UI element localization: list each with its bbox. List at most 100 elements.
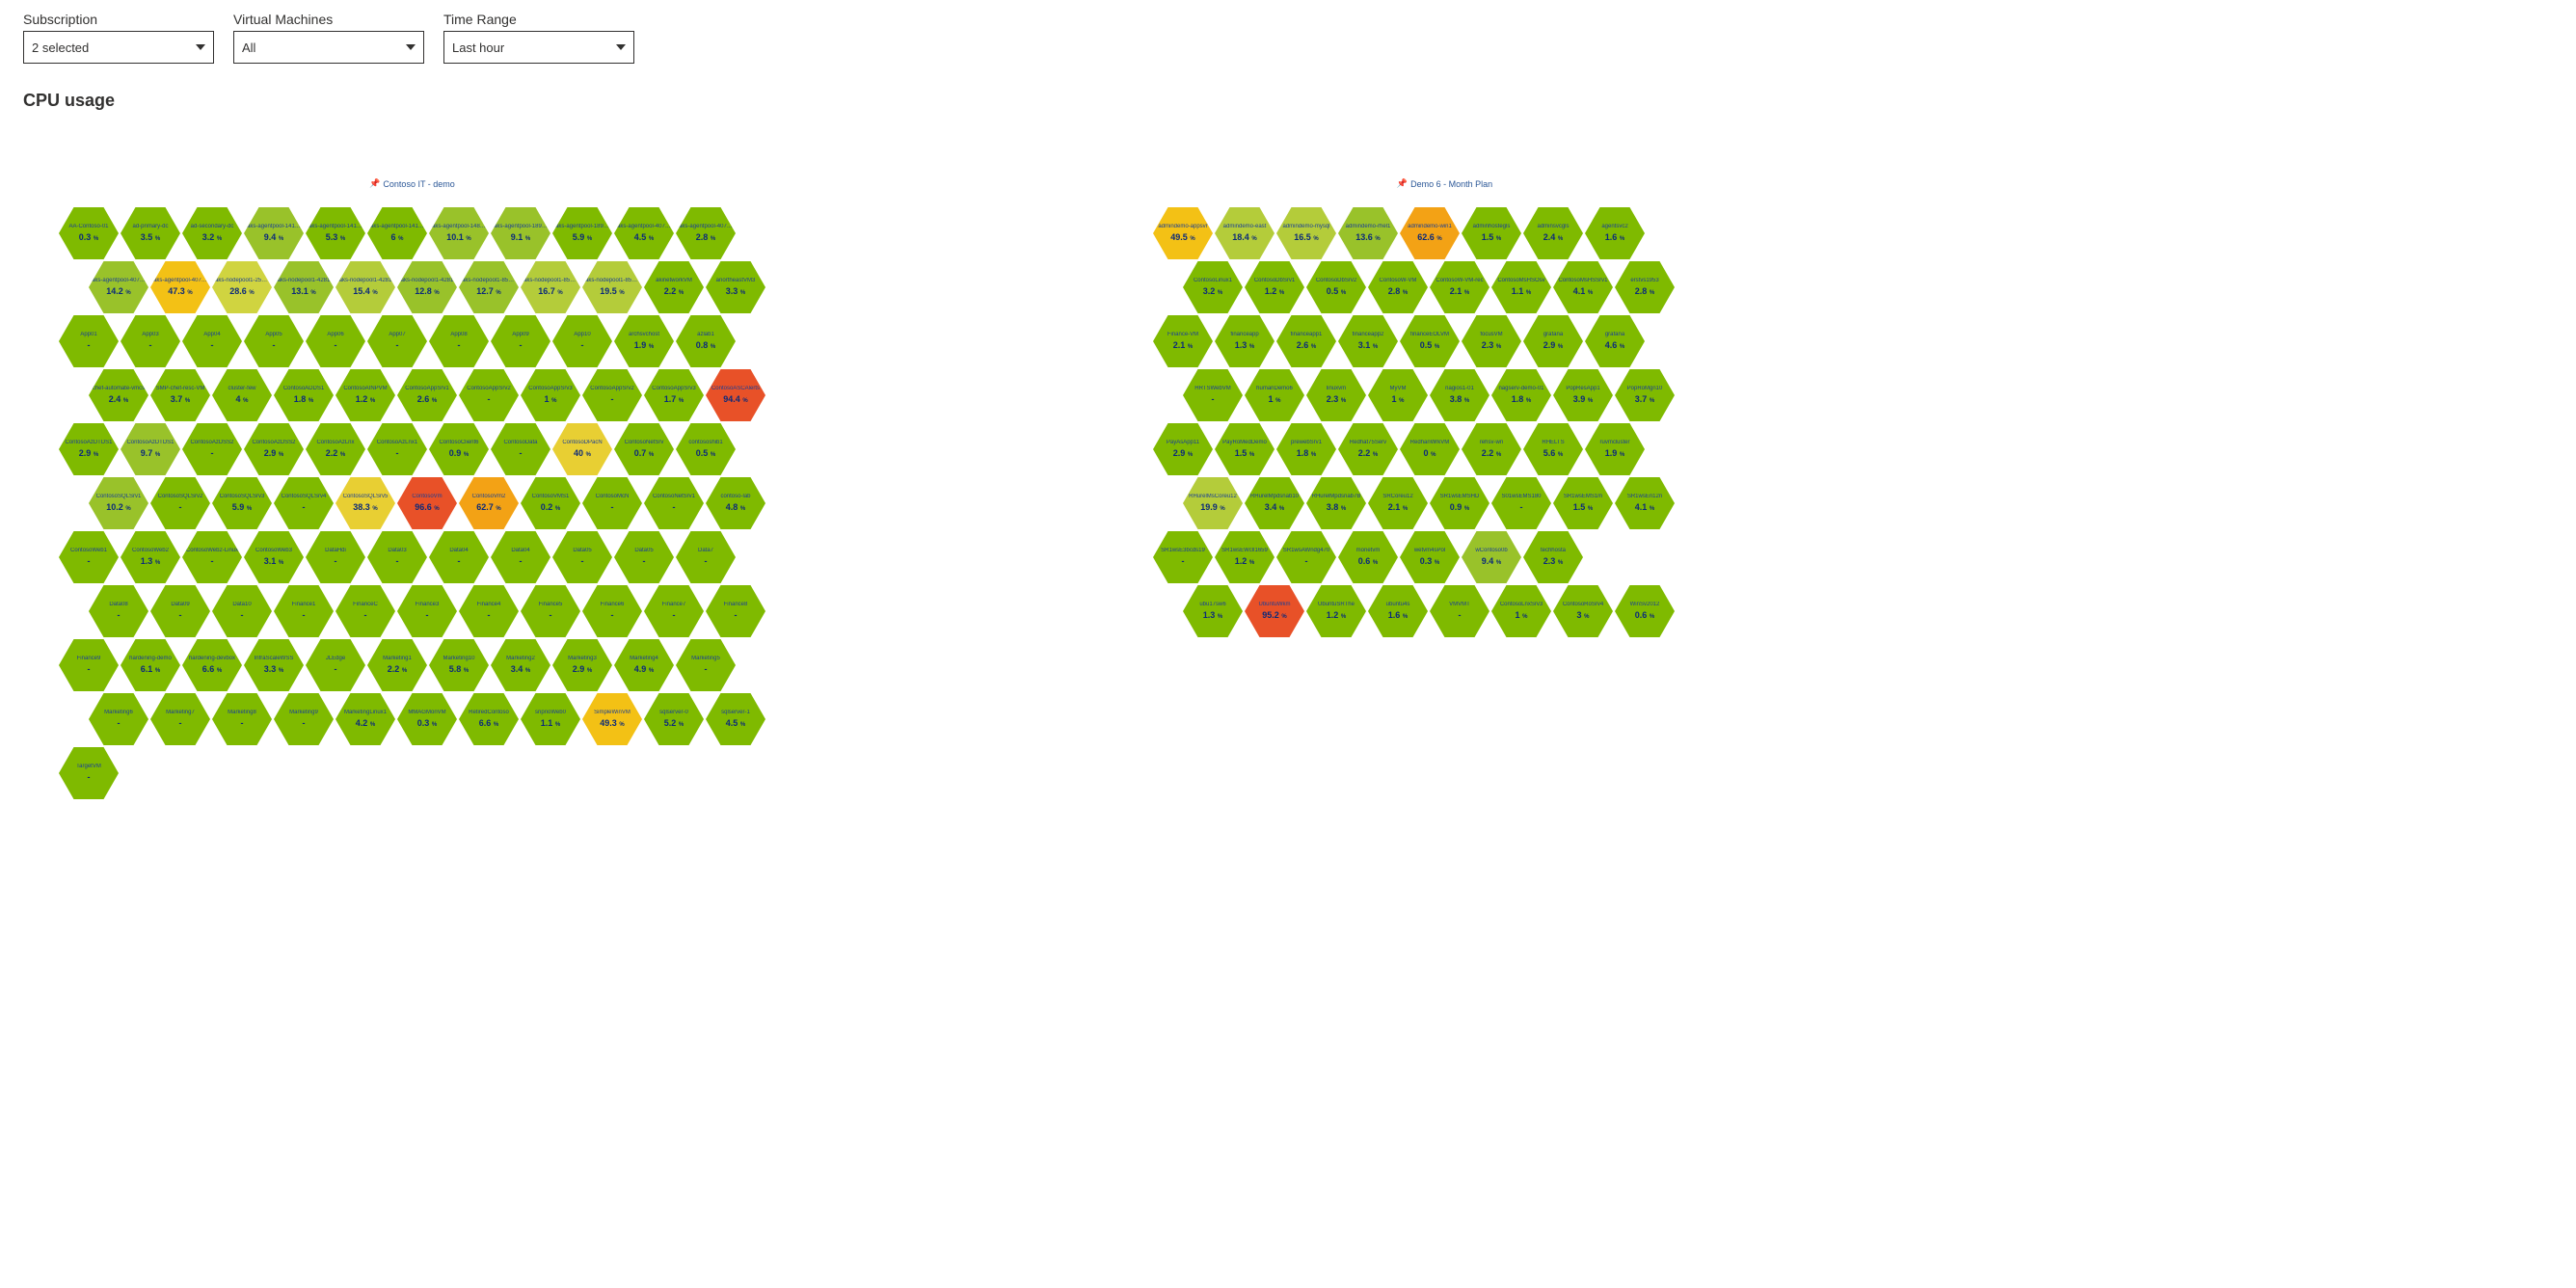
- hex-cell[interactable]: aks-nodepool1-428112.8 %: [397, 261, 457, 313]
- hex-cell[interactable]: Marketing23.4 %: [491, 639, 550, 691]
- hex-cell[interactable]: ContosoAzDTDS12.9 %: [59, 423, 119, 475]
- hex-cell[interactable]: Finance-VM2.1 %: [1153, 315, 1213, 367]
- hex-cell[interactable]: Marketing44.9 %: [614, 639, 674, 691]
- hex-cell[interactable]: FinanceC-: [335, 585, 395, 637]
- hex-cell[interactable]: ContosoNetSrv0.7 %: [614, 423, 674, 475]
- hex-cell[interactable]: hardening-demo6.1 %: [121, 639, 180, 691]
- hex-cell[interactable]: ruvmcluster1.9 %: [1585, 423, 1645, 475]
- hex-cell[interactable]: App08-: [429, 315, 489, 367]
- hex-cell[interactable]: DataHdi-: [306, 531, 365, 583]
- hex-cell[interactable]: RHELTS5.6 %: [1523, 423, 1583, 475]
- hex-cell[interactable]: akinetworkVM2.2 %: [644, 261, 704, 313]
- hex-cell[interactable]: aks-agentpool-141276 %: [367, 207, 427, 259]
- hex-cell[interactable]: aks-agentpool-189409.1 %: [491, 207, 550, 259]
- hex-cell[interactable]: rehsv-wn2.2 %: [1462, 423, 1521, 475]
- hex-cell[interactable]: admindemo-appsvr49.5 %: [1153, 207, 1213, 259]
- hex-cell[interactable]: Finance4-: [459, 585, 519, 637]
- hex-cell[interactable]: grafana2.9 %: [1523, 315, 1583, 367]
- hex-cell[interactable]: aks-agentpool-4071914.2 %: [89, 261, 148, 313]
- hex-cell[interactable]: Data7-: [676, 531, 736, 583]
- hex-cell[interactable]: TargetVM-: [59, 747, 119, 799]
- hex-cell[interactable]: hardening-devbox6.6 %: [182, 639, 242, 691]
- hex-cell[interactable]: ContosoVMS10.2 %: [521, 477, 580, 529]
- hex-cell[interactable]: ContosoVm262.7 %: [459, 477, 519, 529]
- hex-cell[interactable]: ubuntu4s1.6 %: [1368, 585, 1428, 637]
- hex-cell[interactable]: ContosoClient60.9 %: [429, 423, 489, 475]
- hex-cell[interactable]: ContosoAppSrv31.7 %: [644, 369, 704, 421]
- hex-cell[interactable]: aks-nodepool1-428115.4 %: [335, 261, 395, 313]
- hex-cell[interactable]: sriprioWeb01.1 %: [521, 693, 580, 745]
- hex-cell[interactable]: archsvchost1.9 %: [614, 315, 674, 367]
- hex-cell[interactable]: Data04-: [429, 531, 489, 583]
- hex-cell[interactable]: contoso-lab4.8 %: [706, 477, 765, 529]
- hex-cell[interactable]: PayRoMedDemo1.5 %: [1215, 423, 1275, 475]
- hex-cell[interactable]: contososhib10.5 %: [676, 423, 736, 475]
- hex-cell[interactable]: focusVM2.3 %: [1462, 315, 1521, 367]
- hex-cell[interactable]: wContoso0b9.4 %: [1462, 531, 1521, 583]
- hex-cell[interactable]: SR1wsEMSHD0.9 %: [1430, 477, 1489, 529]
- filter-timerange-select[interactable]: Last hour: [443, 31, 634, 64]
- hex-cell[interactable]: Finance8-: [706, 585, 765, 637]
- hex-cell[interactable]: financeapp1.3 %: [1215, 315, 1275, 367]
- hex-cell[interactable]: WinSv20120.6 %: [1615, 585, 1675, 637]
- hex-cell[interactable]: App04-: [182, 315, 242, 367]
- hex-cell[interactable]: MMAGMonVM0.3 %: [397, 693, 457, 745]
- hex-cell[interactable]: financeapp12.6 %: [1276, 315, 1336, 367]
- hex-cell[interactable]: Marketing105.8 %: [429, 639, 489, 691]
- hex-cell[interactable]: ContosoAppSrv12.6 %: [397, 369, 457, 421]
- hex-cell[interactable]: aks-agentpool-141275.3 %: [306, 207, 365, 259]
- hex-cell[interactable]: techhosta2.3 %: [1523, 531, 1583, 583]
- hex-cell[interactable]: RHurelMpdsnab103.4 %: [1245, 477, 1304, 529]
- hex-cell[interactable]: Data03-: [367, 531, 427, 583]
- hex-cell[interactable]: financeapp23.1 %: [1338, 315, 1398, 367]
- hex-cell[interactable]: aks-agentpool-189405.9 %: [552, 207, 612, 259]
- hex-cell[interactable]: AA-Contoso-010.3 %: [59, 207, 119, 259]
- hex-cell[interactable]: linuxvm2.3 %: [1306, 369, 1366, 421]
- cluster-title[interactable]: 📌Contoso IT - demo: [369, 178, 455, 189]
- hex-cell[interactable]: ContosoNetSrv1-: [644, 477, 704, 529]
- hex-cell[interactable]: Marketing9-: [274, 693, 334, 745]
- hex-cell[interactable]: Data04-: [491, 531, 550, 583]
- cluster-title[interactable]: 📌Demo 6 - Month Plan: [1397, 178, 1492, 189]
- hex-cell[interactable]: JLEdge-: [306, 639, 365, 691]
- hex-cell[interactable]: MyVM1 %: [1368, 369, 1428, 421]
- hex-cell[interactable]: Marketing8-: [212, 693, 272, 745]
- hex-cell[interactable]: RHurelMpdsnab7B3.8 %: [1306, 477, 1366, 529]
- hex-cell[interactable]: ContosoADDS11.8 %: [274, 369, 334, 421]
- hex-cell[interactable]: adminsvcgls2.4 %: [1523, 207, 1583, 259]
- hex-cell[interactable]: admindemo-mysql16.5 %: [1276, 207, 1336, 259]
- hex-cell[interactable]: ContosoAzDSS22.9 %: [244, 423, 304, 475]
- hex-cell[interactable]: ContosoAzDTDS19.7 %: [121, 423, 180, 475]
- hex-cell[interactable]: ContosoSQLSrv110.2 %: [89, 477, 148, 529]
- hex-cell[interactable]: App01-: [59, 315, 119, 367]
- hex-cell[interactable]: ContosoMcN-: [582, 477, 642, 529]
- hex-cell[interactable]: ContosoAINPVM1.2 %: [335, 369, 395, 421]
- hex-cell[interactable]: adminhostegls1.5 %: [1462, 207, 1521, 259]
- hex-cell[interactable]: ContosoAppSrv2-: [582, 369, 642, 421]
- hex-cell[interactable]: aks-nodepool1-2549628.6 %: [212, 261, 272, 313]
- hex-cell[interactable]: ContosoWeb21.3 %: [121, 531, 180, 583]
- hex-cell[interactable]: Data05-: [614, 531, 674, 583]
- hex-cell[interactable]: Finance9-: [59, 639, 119, 691]
- hex-cell[interactable]: chef-automate-vmcs2.4 %: [89, 369, 148, 421]
- hex-cell[interactable]: aks-nodepool1-8530616.7 %: [521, 261, 580, 313]
- hex-cell[interactable]: App07-: [367, 315, 427, 367]
- hex-cell[interactable]: PayAsApp112.9 %: [1153, 423, 1213, 475]
- hex-cell[interactable]: ContosoSQLSrv2-: [150, 477, 210, 529]
- hex-cell[interactable]: wetvm4sPol0.3 %: [1400, 531, 1460, 583]
- hex-cell[interactable]: ContosoSQLSrv35.9 %: [212, 477, 272, 529]
- hex-cell[interactable]: App10-: [552, 315, 612, 367]
- hex-cell[interactable]: RHurelMsCoreu1219.9 %: [1183, 477, 1243, 529]
- hex-cell[interactable]: azlab10.8 %: [676, 315, 736, 367]
- hex-cell[interactable]: aks-nodepool1-8530612.7 %: [459, 261, 519, 313]
- hex-cell[interactable]: ContosoASCAlerts94.4 %: [706, 369, 765, 421]
- hex-cell[interactable]: aks-agentpool-141279.4 %: [244, 207, 304, 259]
- hex-cell[interactable]: SR1wsEMS1m1.5 %: [1553, 477, 1613, 529]
- hex-cell[interactable]: ad-secondary-dc3.2 %: [182, 207, 242, 259]
- hex-cell[interactable]: UbuntuSRThe1.2 %: [1306, 585, 1366, 637]
- hex-cell[interactable]: agentsvc21.6 %: [1585, 207, 1645, 259]
- hex-cell[interactable]: Data05-: [552, 531, 612, 583]
- hex-cell[interactable]: Finance6-: [582, 585, 642, 637]
- filter-vms-select[interactable]: All: [233, 31, 424, 64]
- hex-cell[interactable]: humanDemo61 %: [1245, 369, 1304, 421]
